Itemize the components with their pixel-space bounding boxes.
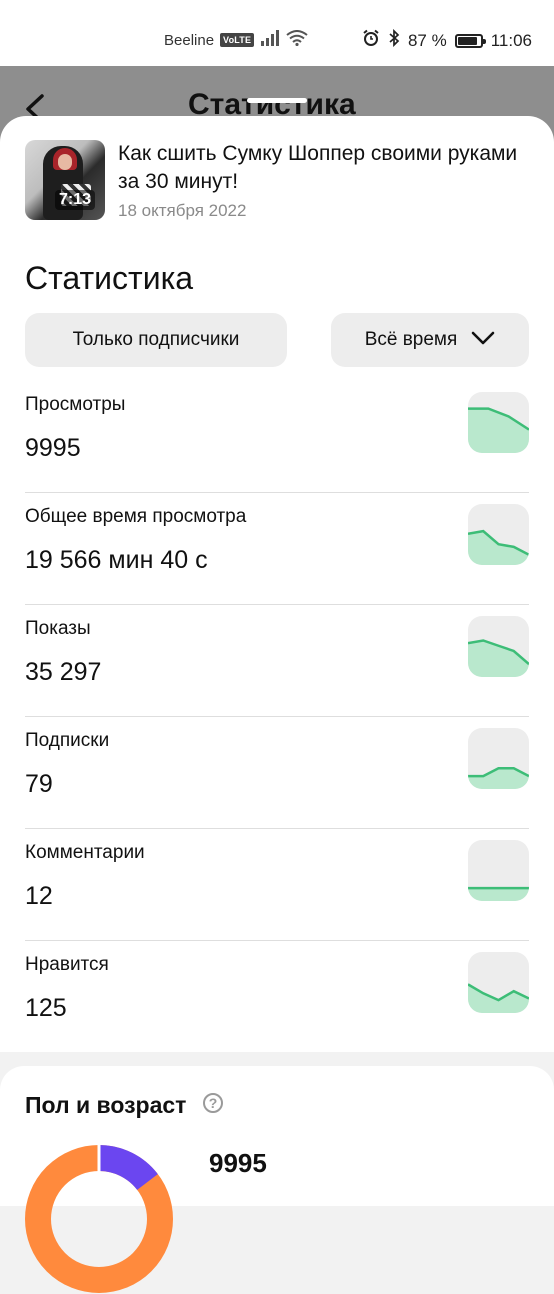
sparkline-area — [468, 888, 529, 901]
battery-percent: 87 % — [407, 30, 447, 50]
stat-label: Показы — [25, 618, 91, 639]
alarm-icon — [362, 29, 380, 52]
stat-value: 19 566 мин 40 с — [25, 546, 208, 574]
video-date: 18 октября 2022 — [118, 201, 247, 220]
stat-impressions[interactable]: Показы 35 297 — [25, 604, 529, 717]
bluetooth-icon — [388, 28, 400, 52]
stat-value: 125 — [25, 994, 67, 1022]
statistics-sheet: 7:13 Как сшить Сумку Шоппер своими рукам… — [0, 116, 554, 1052]
trend-sparkline — [468, 840, 529, 901]
trend-sparkline — [468, 392, 529, 453]
thumbnail-face — [58, 154, 72, 170]
section-title: Статистика — [25, 260, 194, 296]
sparkline-area — [468, 531, 529, 565]
clock: 11:06 — [490, 30, 532, 50]
demographics-total: 9995 — [209, 1148, 267, 1178]
gender-donut-chart — [25, 1144, 173, 1293]
stat-label: Подписки — [25, 730, 110, 751]
stat-value: 12 — [25, 882, 53, 910]
stat-watch-time[interactable]: Общее время просмотра 19 566 мин 40 с — [25, 492, 529, 605]
stat-likes[interactable]: Нравится 125 — [25, 940, 529, 1052]
stat-comments[interactable]: Комментарии 12 — [25, 828, 529, 941]
period-label: Всё время — [364, 329, 458, 350]
video-title[interactable]: Как сшить Сумку Шоппер своими руками за … — [118, 140, 528, 196]
stat-views[interactable]: Просмотры 9995 — [25, 380, 529, 493]
battery-icon — [454, 33, 486, 48]
demographics-title: Пол и возраст — [25, 1092, 187, 1118]
video-thumbnail[interactable]: 7:13 — [25, 140, 105, 220]
sparkline-svg — [468, 639, 529, 677]
sparkline-svg — [468, 529, 529, 565]
sparkline-svg — [468, 886, 529, 901]
trend-sparkline — [468, 504, 529, 565]
sparkline-svg — [468, 983, 529, 1013]
demographics-card: Пол и возраст ? 9995 — [0, 1066, 554, 1293]
chevron-down-icon — [471, 329, 495, 351]
video-duration: 7:13 — [54, 190, 95, 210]
stat-value: 79 — [25, 770, 53, 798]
stat-value: 9995 — [25, 434, 81, 462]
sheet-drag-handle[interactable] — [247, 98, 307, 103]
sparkline-svg — [468, 407, 529, 453]
trend-sparkline — [468, 728, 529, 789]
carrier-name: Beeline — [164, 31, 215, 49]
volte-badge: VoLTE — [220, 33, 255, 47]
stat-label: Комментарии — [25, 842, 145, 863]
stat-label: Общее время просмотра — [25, 506, 247, 527]
stat-label: Нравится — [25, 954, 109, 975]
carrier-info: Beeline VoLTE — [164, 30, 308, 50]
period-dropdown[interactable]: Всё время — [331, 313, 529, 367]
sparkline-area — [468, 408, 529, 453]
help-icon[interactable]: ? — [203, 1093, 223, 1113]
wifi-icon — [286, 30, 308, 50]
stat-value: 35 297 — [25, 658, 102, 686]
stat-subscriptions[interactable]: Подписки 79 — [25, 716, 529, 829]
trend-sparkline — [468, 616, 529, 677]
system-icons: 87 % 11:06 — [362, 28, 532, 52]
signal-icon — [260, 30, 280, 50]
battery-level — [457, 36, 477, 45]
subscribers-only-filter[interactable]: Только подписчики — [25, 313, 287, 367]
status-bar: Beeline VoLTE 87 % 11:06 — [0, 0, 554, 66]
stat-label: Просмотры — [25, 394, 126, 415]
sparkline-svg — [468, 767, 529, 789]
trend-sparkline — [468, 952, 529, 1013]
